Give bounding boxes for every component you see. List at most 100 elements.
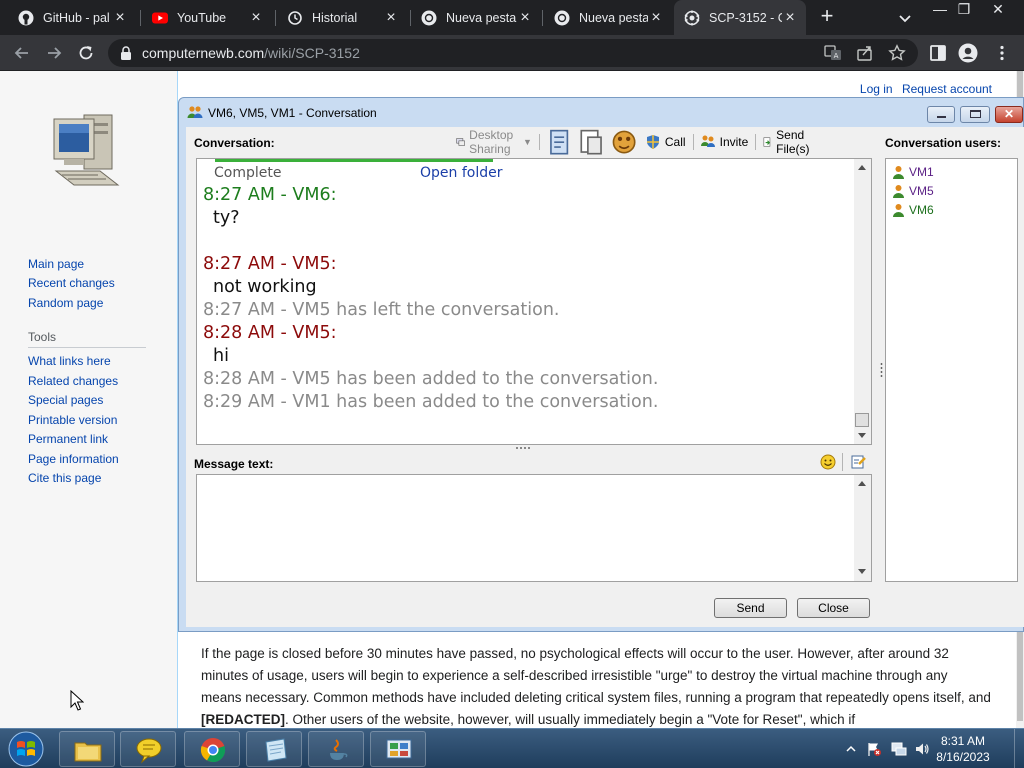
browser-tab[interactable]: Nueva pesta ×	[411, 0, 541, 35]
nav-random-page[interactable]: Random page	[28, 296, 103, 310]
games-icon[interactable]	[611, 129, 637, 155]
emoticon-icon[interactable]	[820, 454, 836, 470]
tool-what-links-here[interactable]: What links here	[28, 354, 111, 368]
document-icon[interactable]	[546, 129, 572, 155]
system-clock[interactable]: 8:31 AM 8/16/2023	[933, 733, 993, 765]
conversation-users-icon	[187, 106, 203, 118]
conversation-toolbar: Desktop Sharing ▼ Call Invite Send File(…	[456, 128, 825, 156]
scroll-up-arrow-icon[interactable]	[858, 481, 866, 486]
history-icon	[288, 10, 302, 25]
share-icon[interactable]	[856, 44, 874, 62]
new-tab-button[interactable]: +	[816, 5, 838, 28]
url-text[interactable]: computernewb.com/wiki/SCP-3152	[142, 45, 360, 61]
profile-avatar-icon[interactable]	[958, 43, 978, 63]
taskbar-file-explorer[interactable]	[59, 731, 115, 767]
browser-tab[interactable]: Nueva pesta ×	[544, 0, 672, 35]
tool-related-changes[interactable]: Related changes	[28, 374, 118, 388]
volume-icon[interactable]	[914, 741, 930, 757]
back-arrow-icon[interactable]	[12, 43, 32, 63]
user-item[interactable]: VM5	[892, 183, 934, 199]
menu-kebab-icon[interactable]	[992, 43, 1012, 63]
tool-printable-version[interactable]: Printable version	[28, 413, 117, 427]
nav-recent-changes[interactable]: Recent changes	[28, 276, 115, 290]
conversation-users-list[interactable]: VM1 VM5 VM6	[885, 158, 1018, 582]
history-scrollbar[interactable]	[854, 159, 871, 444]
message-header: 8:27 AM - VM6:	[203, 185, 337, 205]
send-button[interactable]: Send	[714, 598, 787, 618]
tool-cite-this-page[interactable]: Cite this page	[28, 471, 101, 485]
desktop-sharing-button[interactable]: Desktop Sharing ▼	[456, 128, 532, 156]
system-message: 8:28 AM - VM5 has been added to the conv…	[203, 369, 659, 389]
tab-separator	[140, 10, 141, 26]
maximize-conversation-button[interactable]	[960, 106, 990, 123]
browser-tab[interactable]: GitHub - pal ×	[8, 0, 136, 35]
user-item[interactable]: VM1	[892, 164, 934, 180]
open-folder-link[interactable]: Open folder	[420, 165, 502, 181]
taskbar-control-panel[interactable]	[370, 731, 426, 767]
close-tab-icon[interactable]: ×	[383, 9, 399, 26]
wiki-sidebar: Main page Recent changes Random page Too…	[0, 71, 177, 728]
chrome-icon	[200, 738, 226, 763]
close-tab-icon[interactable]: ×	[648, 9, 664, 26]
request-account-link[interactable]: Request account	[902, 82, 992, 96]
send-files-label: Send File(s)	[776, 128, 810, 156]
network-icon[interactable]	[891, 741, 907, 757]
mouse-cursor-icon	[70, 690, 84, 711]
nav-main-page[interactable]: Main page	[28, 257, 84, 271]
tool-page-information[interactable]: Page information	[28, 452, 119, 466]
lock-icon[interactable]	[120, 46, 132, 60]
message-input[interactable]	[196, 474, 872, 582]
user-item[interactable]: VM6	[892, 202, 934, 218]
close-tab-icon[interactable]: ×	[517, 9, 533, 26]
call-button[interactable]: Call	[645, 134, 686, 150]
login-link[interactable]: Log in	[860, 82, 893, 96]
close-button[interactable]: Close	[797, 598, 870, 618]
taskbar-java[interactable]	[308, 731, 364, 767]
translate-icon[interactable]: A	[824, 44, 842, 62]
message-text: not working	[213, 277, 317, 297]
taskbar-chrome[interactable]	[184, 731, 240, 767]
tab-search-chevron-icon[interactable]	[895, 8, 915, 28]
invite-button[interactable]: Invite	[700, 134, 749, 150]
show-hidden-icons-icon[interactable]	[843, 741, 859, 757]
scroll-down-arrow-icon[interactable]	[858, 569, 866, 574]
taskbar-notepad[interactable]	[246, 731, 302, 767]
tool-special-pages[interactable]: Special pages	[28, 393, 103, 407]
pane-splitter-handle[interactable]	[516, 446, 532, 450]
scroll-down-arrow-icon[interactable]	[858, 433, 866, 438]
users-splitter-handle[interactable]	[880, 363, 883, 379]
start-button-icon[interactable]	[4, 730, 48, 768]
conversation-history[interactable]: Complete Open folder 8:27 AM - VM6: ty? …	[196, 158, 872, 445]
action-center-flag-icon[interactable]	[866, 741, 882, 757]
conversation-window: VM6, VM5, VM1 - Conversation ✕ Conversat…	[178, 97, 1024, 632]
send-files-button[interactable]: Send File(s)	[762, 128, 815, 156]
conversation-titlebar[interactable]: VM6, VM5, VM1 - Conversation ✕	[179, 98, 1024, 125]
forward-arrow-icon[interactable]	[44, 43, 64, 63]
address-bar[interactable]: computernewb.com/wiki/SCP-3152 A	[108, 39, 918, 67]
close-window-button[interactable]: ✕	[982, 0, 1014, 20]
font-style-icon[interactable]	[850, 454, 866, 470]
message-input-scrollbar[interactable]	[854, 475, 871, 581]
tab-title: Historial	[312, 10, 358, 25]
minimize-conversation-button[interactable]	[927, 106, 955, 123]
history-scrollbar-thumb[interactable]	[855, 413, 869, 427]
scroll-up-arrow-icon[interactable]	[858, 165, 866, 170]
browser-tab-active[interactable]: SCP-3152 - C ×	[674, 0, 806, 35]
restore-window-button[interactable]: ❐	[948, 0, 980, 20]
bookmark-star-icon[interactable]	[888, 44, 906, 62]
browser-tab[interactable]: Historial ×	[277, 0, 407, 35]
close-conversation-button[interactable]: ✕	[995, 106, 1023, 123]
show-desktop-button[interactable]	[1014, 729, 1024, 768]
tool-permanent-link[interactable]: Permanent link	[28, 432, 108, 446]
notes-icon[interactable]	[578, 129, 604, 155]
tab-title: YouTube	[177, 10, 227, 25]
close-tab-icon[interactable]: ×	[782, 9, 798, 26]
invite-label: Invite	[719, 135, 749, 149]
browser-tab[interactable]: YouTube ×	[142, 0, 272, 35]
close-tab-icon[interactable]: ×	[248, 9, 264, 26]
reload-icon[interactable]	[76, 43, 96, 63]
side-panel-icon[interactable]	[928, 43, 948, 63]
computer-logo-icon[interactable]	[48, 109, 126, 193]
taskbar-chat[interactable]	[120, 731, 176, 767]
close-tab-icon[interactable]: ×	[112, 9, 128, 26]
